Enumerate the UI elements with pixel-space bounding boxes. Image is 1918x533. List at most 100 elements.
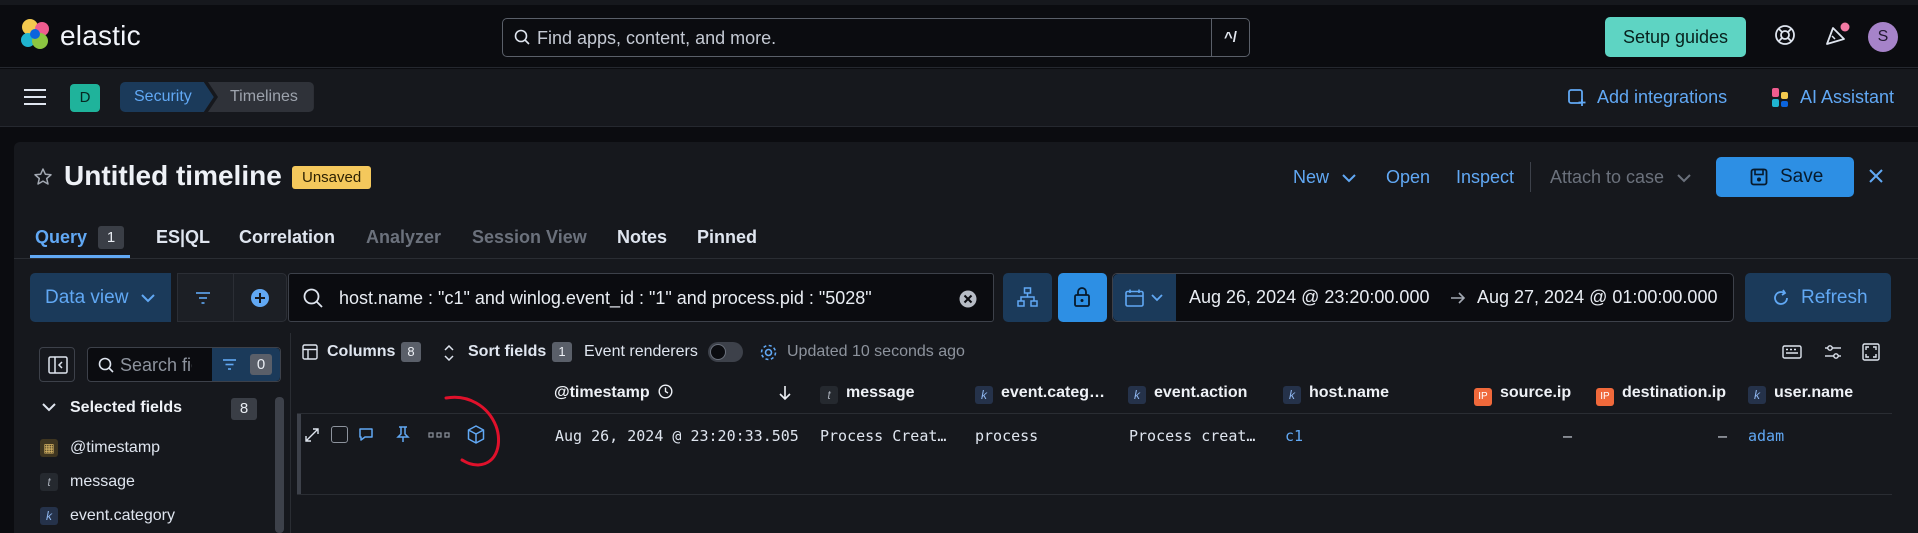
cell-destination-ip: – [1718, 427, 1728, 445]
new-button[interactable]: New [1293, 167, 1356, 188]
sort-fields-button[interactable]: Sort fields [468, 343, 546, 361]
save-label: Save [1780, 166, 1824, 187]
sort-descending-icon[interactable] [778, 385, 792, 401]
date-start[interactable]: Aug 26, 2024 @ 23:20:00.000 [1189, 287, 1429, 308]
columns-count: 8 [401, 342, 421, 362]
column-header-destination-ip[interactable]: IP destination.ip [1596, 384, 1726, 406]
refresh-label: Refresh [1801, 287, 1868, 308]
keyboard-icon[interactable] [1782, 345, 1802, 359]
tab-notes[interactable]: Notes [617, 227, 667, 248]
column-header-source-ip[interactable]: IP source.ip [1474, 384, 1571, 406]
kql-query-input[interactable]: host.name : "c1" and winlog.event_id : "… [288, 273, 994, 322]
space-avatar[interactable]: D [70, 84, 100, 112]
column-header-event-category[interactable]: k event.categ… [975, 384, 1105, 404]
search-icon [514, 29, 530, 45]
clock-icon [658, 384, 673, 399]
star-icon[interactable] [33, 167, 53, 187]
breadcrumb-timelines: Timelines [208, 82, 314, 112]
row-checkbox[interactable] [331, 426, 348, 443]
cell-host-name[interactable]: c1 [1285, 427, 1303, 445]
tab-pinned[interactable]: Pinned [697, 227, 757, 248]
filter-icon[interactable] [195, 291, 211, 305]
news-feed-icon[interactable] [1824, 22, 1850, 48]
column-header-host-name[interactable]: k host.name [1283, 384, 1389, 404]
display-settings-icon[interactable] [1824, 344, 1842, 360]
cell-message[interactable]: Process Creat… [820, 427, 946, 445]
menu-icon[interactable] [24, 88, 46, 106]
refresh-icon [1774, 289, 1788, 305]
gear-icon[interactable] [759, 343, 778, 362]
attach-to-case-button[interactable]: Attach to case [1550, 167, 1691, 188]
tab-analyzer[interactable]: Analyzer [366, 227, 441, 248]
event-renderers-toggle[interactable] [708, 342, 743, 362]
sidebar-scrollbar[interactable] [275, 397, 284, 533]
sidebar-divider [290, 333, 291, 533]
column-header-event-action[interactable]: k event.action [1128, 384, 1247, 404]
arrow-right-icon [1451, 292, 1466, 304]
row-indicator [297, 414, 301, 494]
quick-menu-button[interactable] [1113, 274, 1176, 321]
field-name: event.category [70, 507, 175, 525]
field-item[interactable]: k event.category [40, 507, 175, 529]
column-header-message[interactable]: t message [820, 384, 915, 404]
pin-icon[interactable] [396, 426, 410, 443]
search-shortcut: ^/ [1211, 19, 1249, 56]
field-item[interactable]: t message [40, 473, 135, 495]
tab-session-view[interactable]: Session View [472, 227, 587, 248]
expand-icon[interactable] [305, 428, 319, 442]
chevron-down-icon [1677, 174, 1691, 183]
field-name: @timestamp [70, 439, 161, 457]
tab-esql[interactable]: ES|QL [156, 227, 210, 248]
refresh-button[interactable]: Refresh [1745, 273, 1891, 322]
setup-guides-button[interactable]: Setup guides [1605, 17, 1746, 57]
tab-correlation[interactable]: Correlation [239, 227, 335, 248]
cell-event-action[interactable]: Process creat… [1129, 427, 1255, 445]
field-filter-button[interactable]: 0 [212, 348, 280, 381]
selected-fields-heading[interactable]: Selected fields [70, 399, 182, 417]
add-filter-icon[interactable] [250, 288, 270, 308]
tab-query[interactable]: Query [35, 227, 87, 248]
breadcrumb-security[interactable]: Security [120, 82, 214, 112]
ip-type-icon: IP [1596, 388, 1614, 406]
elastic-logo-icon[interactable] [18, 17, 52, 51]
field-item[interactable]: ▦ @timestamp [40, 439, 160, 461]
global-search-input[interactable]: Find apps, content, and more. ^/ [502, 18, 1250, 57]
columns-button[interactable]: Columns [327, 343, 395, 361]
timeline-title[interactable]: Untitled timeline [64, 160, 282, 192]
column-label: message [846, 384, 915, 401]
clear-query-icon[interactable] [959, 290, 977, 308]
cell-user-name[interactable]: adam [1748, 427, 1784, 445]
close-icon[interactable] [1868, 168, 1884, 184]
help-icon[interactable] [1774, 24, 1796, 46]
comment-icon[interactable] [358, 427, 374, 442]
cell-timestamp[interactable]: Aug 26, 2024 @ 23:20:33.505 [555, 427, 799, 445]
ai-assistant-link[interactable]: AI Assistant [1800, 87, 1894, 108]
data-view-picker[interactable]: Data view [30, 273, 171, 322]
text-type-icon: t [40, 473, 58, 491]
column-label: source.ip [1500, 384, 1572, 401]
query-builder-button[interactable] [1003, 273, 1052, 322]
add-integrations-link[interactable]: Add integrations [1597, 87, 1727, 108]
open-button[interactable]: Open [1386, 167, 1430, 188]
column-label: event.action [1154, 384, 1248, 401]
user-avatar[interactable]: S [1868, 22, 1898, 52]
toggle-sidebar-button[interactable] [39, 347, 75, 382]
column-header-timestamp[interactable]: @timestamp [554, 384, 673, 402]
fullscreen-icon[interactable] [1862, 343, 1880, 361]
date-end[interactable]: Aug 27, 2024 @ 01:00:00.000 [1477, 287, 1717, 308]
filter-icon [223, 359, 236, 370]
save-button[interactable]: Save [1716, 157, 1854, 197]
lock-time-button[interactable] [1058, 273, 1107, 322]
active-tab-indicator [30, 255, 130, 258]
table-header-divider [297, 413, 1892, 414]
date-range-picker[interactable]: Aug 26, 2024 @ 23:20:00.000 Aug 27, 2024… [1112, 273, 1734, 322]
table-row-divider [297, 494, 1892, 495]
column-header-user-name[interactable]: k user.name [1748, 384, 1853, 404]
red-annotation-mark [444, 395, 501, 467]
column-label: user.name [1774, 384, 1854, 401]
cell-event-category[interactable]: process [975, 427, 1038, 445]
chevron-down-icon[interactable] [42, 402, 56, 412]
inspect-button[interactable]: Inspect [1456, 167, 1514, 188]
column-label: event.categ… [1001, 384, 1106, 401]
field-search-input[interactable]: Search field names 0 [87, 347, 281, 382]
